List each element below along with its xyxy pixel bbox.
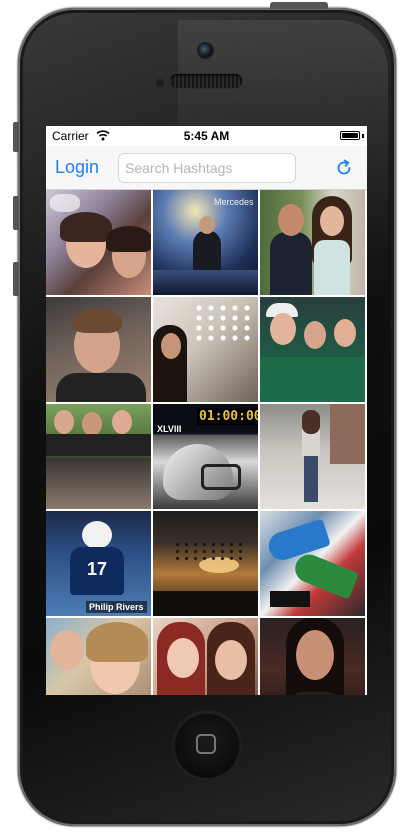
face-shape: [167, 638, 199, 678]
aprons-shape: [260, 357, 365, 402]
photo-tile-girl-street[interactable]: [260, 404, 365, 509]
shoe-shape: [265, 518, 331, 564]
photo-tile-stage-performer[interactable]: Mercedes: [153, 190, 258, 295]
woman-face-shape: [320, 206, 344, 236]
photo-tile-party-selfie[interactable]: [46, 190, 151, 295]
home-square-icon: [196, 734, 216, 754]
graffiti-accent: [270, 591, 310, 607]
building-shape: [330, 404, 365, 464]
banner-text: Mercedes: [214, 197, 254, 207]
proximity-sensor: [156, 79, 164, 87]
hair-shape: [72, 309, 122, 333]
dress-shape: [290, 692, 340, 695]
volume-down-button[interactable]: [13, 262, 19, 296]
earpiece-speaker: [170, 74, 242, 88]
face-shape: [50, 630, 84, 670]
volume-up-button[interactable]: [13, 196, 19, 230]
mute-switch[interactable]: [13, 122, 19, 152]
status-bar: Carrier 5:45 AM: [46, 126, 367, 146]
woman-top-shape: [314, 240, 350, 295]
hair-shape: [106, 226, 151, 252]
photo-tile-girl-red-carpet[interactable]: [260, 618, 365, 695]
navigation-bar: Login: [46, 146, 367, 190]
player-name-caption: Philip Rivers: [86, 601, 147, 613]
hair-shape: [60, 212, 112, 242]
shoreline-shape: [153, 591, 258, 616]
facemask-shape: [201, 464, 241, 490]
photo-tile-girl-selfie-1[interactable]: [46, 618, 151, 695]
countdown-clock: 01:00:00: [197, 408, 258, 425]
face-shape: [334, 319, 356, 347]
face-shape: [54, 410, 74, 434]
helmet-shape: [82, 521, 112, 549]
power-button[interactable]: [270, 2, 328, 9]
hair-shape: [86, 622, 148, 662]
photo-tile-sunset-birds[interactable]: [153, 511, 258, 616]
stage-floor: [153, 270, 258, 295]
photo-grid: Mercedes 01:00:00 XLVIII 17 Philip River…: [46, 190, 367, 695]
photo-tile-graffiti-shoes[interactable]: [260, 511, 365, 616]
photo-tile-boy-selfie[interactable]: [46, 297, 151, 402]
face-shape: [82, 412, 102, 436]
head-shape: [199, 216, 215, 234]
confetti-shape: [50, 194, 80, 212]
photo-tile-two-girls-selfie[interactable]: [153, 618, 258, 695]
face-shape: [270, 313, 296, 345]
jersey-number: 17: [87, 559, 108, 579]
front-camera-icon: [199, 44, 212, 57]
home-button-icon[interactable]: [174, 712, 240, 778]
shirt-shape: [56, 373, 146, 402]
screen: Carrier 5:45 AM Login Search Hashtags Me…: [46, 126, 367, 695]
photo-tile-couple-portrait[interactable]: [260, 190, 365, 295]
photo-tile-guys-group[interactable]: [46, 404, 151, 509]
search-hashtags-input[interactable]: [118, 153, 296, 183]
bottom-scene: [46, 458, 151, 509]
shirts-shape: [46, 434, 151, 456]
man-head-shape: [278, 204, 304, 236]
photo-tile-football-player[interactable]: 17 Philip Rivers: [46, 511, 151, 616]
status-time: 5:45 AM: [183, 129, 230, 143]
login-button[interactable]: Login: [55, 157, 99, 178]
girl-face-shape: [161, 333, 181, 359]
face-shape: [215, 640, 247, 680]
battery-tip: [362, 134, 364, 138]
super-bowl-badge: XLVIII: [157, 424, 182, 434]
face-shape: [296, 630, 334, 680]
face-shape: [304, 321, 326, 349]
man-suit-shape: [270, 232, 312, 295]
face-shape: [112, 410, 132, 434]
refresh-icon[interactable]: [335, 159, 353, 177]
birds-shape: [173, 541, 243, 561]
battery-level: [342, 133, 358, 138]
photo-tile-girl-wall-lights[interactable]: [153, 297, 258, 402]
light-dots: [193, 303, 253, 343]
photo-tile-friends-group[interactable]: [260, 297, 365, 402]
photo-tile-countdown-football[interactable]: 01:00:00 XLVIII: [153, 404, 258, 509]
girl-legs-shape: [304, 456, 318, 502]
battery-icon: [340, 131, 360, 140]
girl-hair-shape: [302, 410, 320, 434]
